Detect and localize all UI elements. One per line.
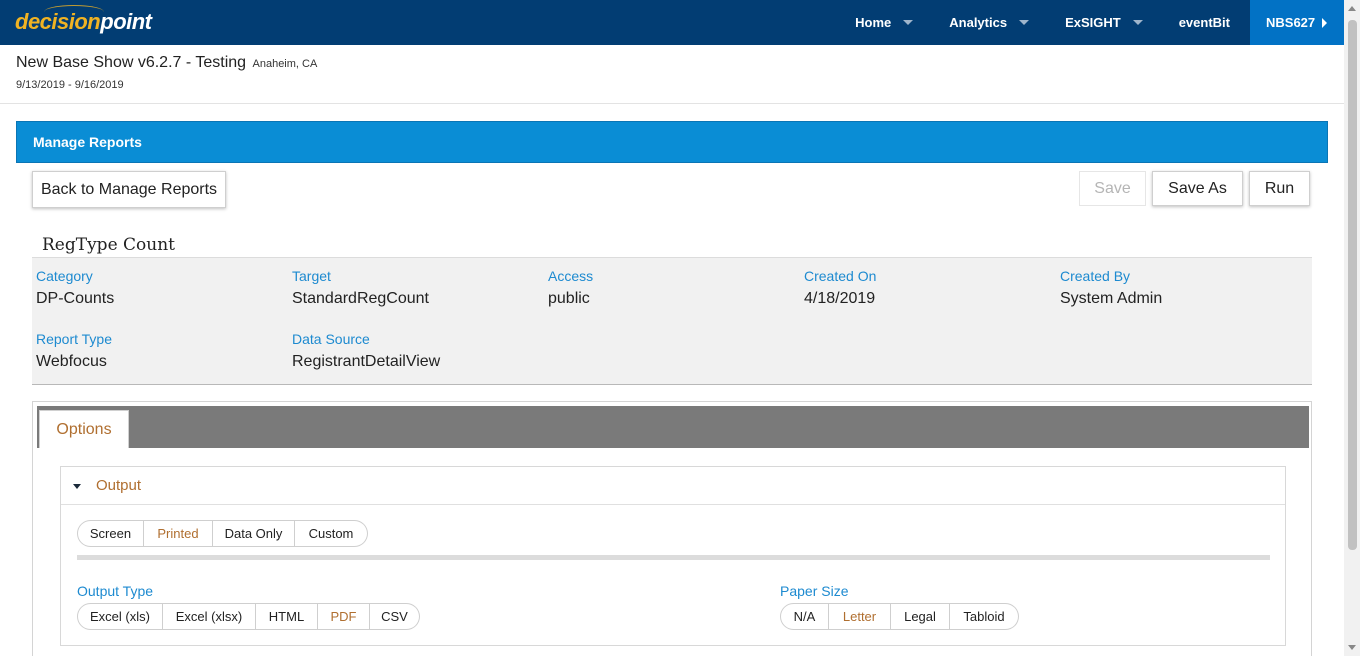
nav-analytics[interactable]: Analytics (931, 0, 1047, 45)
tab-options[interactable]: Options (39, 410, 129, 448)
report-metadata: Category DP-Counts Target StandardRegCou… (32, 257, 1312, 385)
meta-label: Created On (804, 268, 877, 284)
output-type-pdf-button[interactable]: PDF (318, 603, 370, 630)
meta-created-on: Created On 4/18/2019 (804, 268, 876, 308)
mode-printed-button[interactable]: Printed (144, 520, 213, 547)
output-mode-selector: Screen Printed Data Only Custom (77, 520, 368, 547)
output-section-header[interactable]: Output (61, 467, 1285, 505)
nav-exsight[interactable]: ExSIGHT (1047, 0, 1161, 45)
mode-data-only-button[interactable]: Data Only (213, 520, 295, 547)
scroll-up-arrow-icon[interactable] (1348, 6, 1356, 11)
meta-access: Access public (548, 268, 593, 308)
meta-category: Category DP-Counts (36, 268, 114, 308)
chevron-down-icon (1019, 20, 1030, 25)
show-location: Anaheim, CA (252, 58, 318, 70)
show-title: New Base Show v6.2.7 - Testing Anaheim, … (16, 54, 317, 72)
output-type-xlsx-button[interactable]: Excel (xlsx) (163, 603, 256, 630)
back-to-manage-reports-button[interactable]: Back to Manage Reports (32, 171, 226, 208)
nav-show-code-label: NBS627 (1266, 15, 1316, 30)
meta-value: Webfocus (36, 353, 107, 370)
tab-bar: Options (37, 406, 1309, 448)
mode-custom-button[interactable]: Custom (295, 520, 368, 547)
paper-size-selector: N/A Letter Legal Tabloid (780, 603, 1019, 630)
meta-value: public (548, 290, 590, 307)
manage-reports-header: Manage Reports (16, 121, 1328, 163)
chevron-down-icon (1132, 20, 1143, 25)
meta-label: Access (548, 268, 594, 284)
meta-value: DP-Counts (36, 290, 115, 307)
save-button[interactable]: Save (1079, 171, 1146, 206)
meta-label: Report Type (36, 331, 113, 347)
meta-label: Target (292, 268, 331, 284)
chevron-right-icon (1322, 17, 1328, 28)
meta-label: Data Source (292, 331, 370, 347)
meta-data-source: Data Source RegistrantDetailView (292, 331, 440, 371)
output-type-label: Output Type (77, 583, 154, 599)
scroll-down-arrow-icon[interactable] (1348, 645, 1356, 650)
show-name: New Base Show v6.2.7 - Testing (16, 54, 247, 71)
options-panel: Options Output Screen Printed Data Only … (32, 401, 1312, 656)
decisionpoint-logo[interactable]: decisionpoint (15, 9, 152, 35)
meta-value: 4/18/2019 (804, 290, 876, 307)
meta-label: Created By (1060, 268, 1131, 284)
nav-home-label: Home (855, 15, 892, 30)
nav-home[interactable]: Home (837, 0, 931, 45)
output-type-csv-button[interactable]: CSV (370, 603, 420, 630)
output-type-xls-button[interactable]: Excel (xls) (77, 603, 163, 630)
meta-label: Category (36, 268, 93, 284)
mode-screen-button[interactable]: Screen (77, 520, 144, 547)
show-dates: 9/13/2019 - 9/16/2019 (16, 79, 124, 91)
paper-size-letter-button[interactable]: Letter (829, 603, 891, 630)
output-type-selector: Excel (xls) Excel (xlsx) HTML PDF CSV (77, 603, 420, 630)
output-type-html-button[interactable]: HTML (256, 603, 318, 630)
top-nav-bar: decisionpoint Home Analytics ExSIGHT eve… (0, 0, 1344, 45)
page-scrollbar[interactable] (1344, 0, 1360, 656)
run-button[interactable]: Run (1249, 171, 1310, 206)
output-title: Output (96, 477, 142, 494)
show-header: New Base Show v6.2.7 - Testing Anaheim, … (0, 45, 1344, 104)
nav-eventbit-label: eventBit (1178, 15, 1230, 30)
nav-show-code[interactable]: NBS627 (1250, 0, 1344, 45)
save-as-button[interactable]: Save As (1152, 171, 1243, 206)
scrollbar-thumb[interactable] (1348, 20, 1357, 550)
nav-exsight-label: ExSIGHT (1065, 15, 1121, 30)
chevron-down-icon (903, 20, 914, 25)
meta-created-by: Created By System Admin (1060, 268, 1162, 308)
section-title: Manage Reports (33, 134, 142, 150)
meta-value: System Admin (1060, 290, 1163, 307)
output-divider (77, 555, 1270, 560)
meta-value: RegistrantDetailView (292, 353, 441, 370)
main-nav: Home Analytics ExSIGHT eventBit NBS627 (837, 0, 1344, 45)
meta-value: StandardRegCount (292, 290, 429, 307)
paper-size-tabloid-button[interactable]: Tabloid (950, 603, 1019, 630)
meta-report-type: Report Type Webfocus (36, 331, 112, 371)
nav-eventbit[interactable]: eventBit (1161, 0, 1250, 45)
logo-text-2: point (100, 9, 152, 34)
paper-size-label: Paper Size (780, 583, 849, 599)
meta-target: Target StandardRegCount (292, 268, 429, 308)
paper-size-na-button[interactable]: N/A (780, 603, 829, 630)
report-name: RegType Count (42, 235, 176, 255)
caret-down-icon[interactable] (73, 484, 81, 489)
output-section: Output Screen Printed Data Only Custom O… (60, 466, 1286, 646)
nav-analytics-label: Analytics (949, 15, 1008, 30)
paper-size-legal-button[interactable]: Legal (891, 603, 950, 630)
logo-text-1: decision (15, 9, 101, 34)
